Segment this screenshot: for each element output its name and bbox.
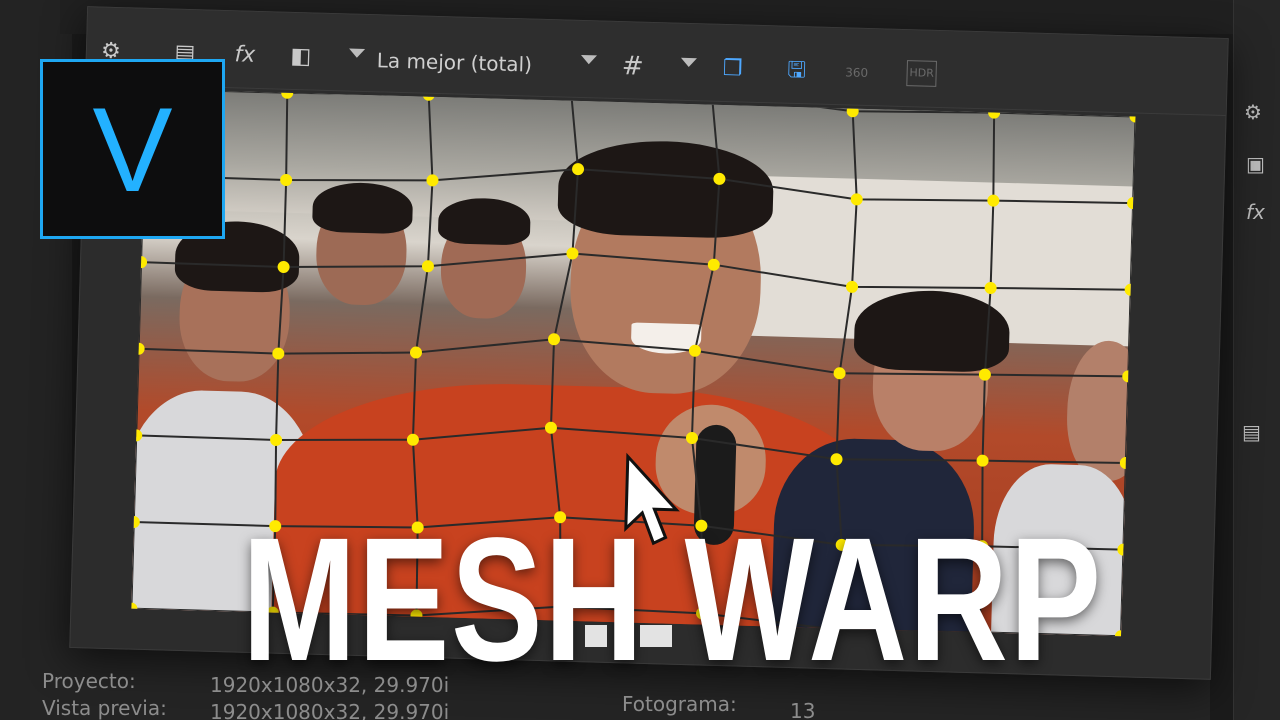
play-button[interactable] <box>585 625 607 647</box>
grid-toggle-icon[interactable]: ▤ <box>1242 420 1261 444</box>
mesh-control-point[interactable] <box>1122 370 1135 383</box>
fx-label[interactable]: fx <box>1246 200 1265 224</box>
hdr-icon[interactable]: HDR <box>906 60 937 87</box>
right-panel: ⚙ ▣ fx ▤ <box>1233 0 1280 720</box>
fx-icon[interactable]: fx <box>230 41 259 70</box>
mesh-control-point[interactable] <box>850 193 863 206</box>
mesh-control-point[interactable] <box>280 173 293 186</box>
mesh-control-point[interactable] <box>566 247 579 260</box>
mesh-control-point[interactable] <box>846 105 859 118</box>
mesh-control-point[interactable] <box>978 368 991 381</box>
mesh-control-point[interactable] <box>713 172 726 185</box>
grid-dropdown-icon[interactable] <box>680 57 697 68</box>
mesh-control-point[interactable] <box>987 194 1000 207</box>
mesh-control-point[interactable] <box>833 367 846 380</box>
grid-icon[interactable]: # <box>618 51 647 82</box>
preview-label: Vista previa: <box>42 696 167 720</box>
screen: ⚙ ▣ fx ▤ ⚙ ▤ fx ◧ La mejor (total) # ❐ 🖫… <box>0 0 1280 720</box>
mesh-control-point[interactable] <box>132 342 145 355</box>
mesh-control-point[interactable] <box>984 281 997 294</box>
mesh-control-point[interactable] <box>131 429 143 442</box>
dropdown-caret-icon[interactable] <box>348 48 366 58</box>
hdr-label: HDR <box>909 66 935 80</box>
mesh-control-point[interactable] <box>688 344 701 357</box>
stop-button[interactable] <box>640 625 672 647</box>
save-frame-icon[interactable]: 🖫 <box>782 57 811 86</box>
overlay-icon[interactable]: ◧ <box>286 43 315 72</box>
mesh-control-point[interactable] <box>1117 543 1130 556</box>
mesh-control-point[interactable] <box>707 258 720 271</box>
copy-frame-icon[interactable]: ❐ <box>718 55 747 84</box>
vegas-logo: V <box>40 59 225 239</box>
mesh-control-point[interactable] <box>131 516 140 529</box>
mesh-control-point[interactable] <box>1127 197 1136 210</box>
mesh-control-point[interactable] <box>272 347 285 360</box>
mesh-control-point[interactable] <box>572 163 585 176</box>
frame-value: 13 <box>790 699 816 720</box>
mesh-control-point[interactable] <box>131 602 138 615</box>
360-icon[interactable]: 360 <box>842 58 871 87</box>
mesh-control-point[interactable] <box>135 256 148 269</box>
thumbnail-title: MESH WARP <box>242 502 1103 698</box>
mesh-control-point[interactable] <box>544 421 557 434</box>
mesh-control-point[interactable] <box>406 433 419 446</box>
mesh-line-horizontal <box>143 168 1134 205</box>
project-value: 1920x1080x32, 29.970i <box>210 673 450 697</box>
chevron-down-icon[interactable] <box>580 54 598 65</box>
mesh-control-point[interactable] <box>421 260 434 273</box>
mesh-control-point[interactable] <box>1119 457 1132 470</box>
preview-quality-select[interactable]: La mejor (total) <box>376 47 532 77</box>
mesh-control-point[interactable] <box>270 433 283 446</box>
split-screen-icon[interactable]: ▣ <box>1246 152 1265 176</box>
gear-icon[interactable]: ⚙ <box>1244 100 1262 124</box>
mesh-control-point[interactable] <box>846 280 859 293</box>
mesh-control-point[interactable] <box>426 174 439 187</box>
mesh-control-point[interactable] <box>1124 283 1136 296</box>
mesh-control-point[interactable] <box>830 453 843 466</box>
preview-value: 1920x1080x32, 29.970i <box>210 700 450 720</box>
mesh-control-point[interactable] <box>281 88 294 99</box>
frame-label: Fotograma: <box>622 692 737 716</box>
mesh-control-point[interactable] <box>277 260 290 273</box>
logo-letter: V <box>92 83 173 217</box>
project-label: Proyecto: <box>42 669 136 693</box>
360-label: 360 <box>844 65 869 81</box>
mesh-control-point[interactable] <box>1114 630 1127 637</box>
mesh-control-point[interactable] <box>548 333 561 346</box>
mesh-control-point[interactable] <box>685 431 698 444</box>
mesh-control-point[interactable] <box>409 346 422 359</box>
mesh-control-point[interactable] <box>976 454 989 467</box>
